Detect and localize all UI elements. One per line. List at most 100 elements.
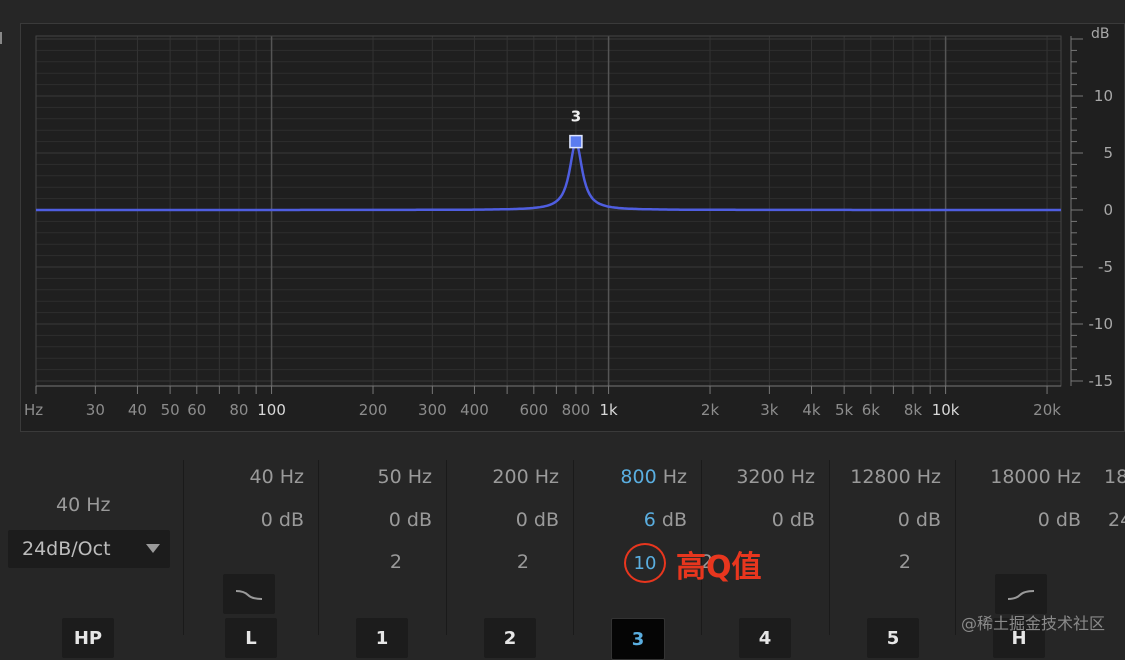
- partial-slope[interactable]: 24: [1108, 509, 1125, 531]
- band-column-2: 200 Hz 0 dB 2 2: [446, 460, 573, 658]
- band-button-l[interactable]: L: [225, 618, 277, 658]
- band-frequency-value: 40: [249, 466, 274, 488]
- y-tick-label: 5: [1103, 144, 1113, 162]
- band-q-value[interactable]: 2: [517, 551, 529, 573]
- band-gain-unit: dB: [789, 509, 815, 531]
- partial-frequency[interactable]: 18: [1104, 466, 1125, 488]
- corner-marker: [0, 32, 5, 44]
- low-shelf-button[interactable]: [223, 574, 275, 614]
- q-annotation-label: 高Q值: [676, 550, 762, 585]
- band-gain-unit: dB: [406, 509, 432, 531]
- band-frequency-unit: Hz: [790, 466, 815, 488]
- band-frequency-value: 800: [620, 466, 657, 488]
- band-gain-unit: dB: [533, 509, 559, 531]
- x-tick-label: 20k: [1033, 401, 1061, 419]
- y-tick-label: 10: [1094, 87, 1113, 105]
- x-tick-label: 800: [562, 401, 591, 419]
- x-tick-label: 4k: [802, 401, 821, 419]
- high-pass-frequency[interactable]: 40 Hz: [56, 494, 110, 516]
- high-pass-button[interactable]: HP: [62, 618, 114, 658]
- x-tick-label: 30: [86, 401, 105, 419]
- band-gain[interactable]: 0 dB: [1038, 509, 1081, 531]
- x-tick-label: 600: [519, 401, 548, 419]
- band-frequency-value: 12800: [850, 466, 911, 488]
- band-gain-unit: dB: [278, 509, 304, 531]
- band-column-1: 50 Hz 0 dB 2 1: [318, 460, 446, 658]
- x-tick-label: 2k: [701, 401, 720, 419]
- band-gain[interactable]: 6 dB: [644, 509, 687, 531]
- band-gain[interactable]: 0 dB: [261, 509, 304, 531]
- y-tick-label: 0: [1103, 201, 1113, 219]
- band-frequency-unit: Hz: [916, 466, 941, 488]
- band-column-l: 40 Hz 0 dB L: [183, 460, 318, 658]
- band-frequency[interactable]: 12800 Hz: [850, 466, 941, 488]
- band-frequency-unit: Hz: [407, 466, 432, 488]
- x-tick-label: 1k: [599, 401, 618, 419]
- high-shelf-icon: [1007, 590, 1035, 600]
- band-frequency[interactable]: 50 Hz: [378, 466, 433, 488]
- band-frequency-value: 3200: [736, 466, 785, 488]
- eq-graph[interactable]: 30 40 50 60 80 100 200 300 400 600 800 1k 2k 3k 4k 5k 6k…: [21, 24, 1124, 431]
- band-controls: 40 Hz 24dB/Oct HP 40 Hz 0 dB L 50 Hz 0 dB 2 1 2…: [0, 432, 1125, 660]
- band-gain-unit: dB: [661, 509, 687, 531]
- y-tick-label: -15: [1089, 372, 1114, 390]
- x-tick-label: 200: [359, 401, 388, 419]
- eq-graph-panel[interactable]: 30 40 50 60 80 100 200 300 400 600 800 1k 2k 3k 4k 5k 6k…: [20, 23, 1125, 432]
- band-node-label: 3: [571, 108, 581, 126]
- band-q-value[interactable]: 2: [899, 551, 911, 573]
- band-gain[interactable]: 0 dB: [516, 509, 559, 531]
- y-tick-label: -5: [1098, 258, 1113, 276]
- band-frequency-value: 200: [492, 466, 529, 488]
- band-button-2[interactable]: 2: [484, 618, 536, 658]
- x-tick-label: 6k: [862, 401, 881, 419]
- band-column-5: 12800 Hz 0 dB 2 5: [829, 460, 955, 658]
- band-frequency-unit: Hz: [1056, 466, 1081, 488]
- band-gain-value: 0: [515, 509, 528, 531]
- x-tick-label: 40: [128, 401, 147, 419]
- y-tick-label: -10: [1089, 315, 1114, 333]
- band-frequency-value: 50: [377, 466, 402, 488]
- slope-dropdown[interactable]: 24dB/Oct: [8, 530, 170, 568]
- band-button-5[interactable]: 5: [867, 618, 919, 658]
- band-gain-value: 0: [260, 509, 273, 531]
- x-tick-label: 80: [229, 401, 248, 419]
- x-tick-label: 400: [460, 401, 489, 419]
- high-shelf-button[interactable]: [995, 574, 1047, 614]
- x-tick-label: 5k: [835, 401, 854, 419]
- x-tick-label: 60: [187, 401, 206, 419]
- x-axis-unit: Hz: [24, 401, 43, 419]
- band-frequency[interactable]: 800 Hz: [620, 466, 687, 488]
- x-tick-label: 8k: [904, 401, 923, 419]
- band-gain[interactable]: 0 dB: [772, 509, 815, 531]
- slope-value: 24dB/Oct: [22, 538, 111, 560]
- band-gain-unit: dB: [915, 509, 941, 531]
- band-frequency[interactable]: 200 Hz: [492, 466, 559, 488]
- band-frequency-value: 18000: [990, 466, 1051, 488]
- band-gain[interactable]: 0 dB: [898, 509, 941, 531]
- band-frequency-unit: Hz: [534, 466, 559, 488]
- q-annotation-circle: 10: [624, 543, 666, 583]
- band-gain[interactable]: 0 dB: [389, 509, 432, 531]
- band-button-1[interactable]: 1: [356, 618, 408, 658]
- band-frequency-unit: Hz: [662, 466, 687, 488]
- band-frequency[interactable]: 18000 Hz: [990, 466, 1081, 488]
- x-tick-label: 100: [257, 401, 286, 419]
- band-gain-value: 0: [1037, 509, 1050, 531]
- watermark: @稀土掘金技术社区: [960, 614, 1105, 633]
- x-tick-label: 300: [418, 401, 447, 419]
- x-tick-label: 3k: [760, 401, 779, 419]
- band-gain-value: 6: [643, 509, 656, 531]
- band-frequency[interactable]: 3200 Hz: [736, 466, 815, 488]
- x-tick-label: 50: [161, 401, 180, 419]
- band-frequency[interactable]: 40 Hz: [250, 466, 305, 488]
- band-gain-value: 0: [388, 509, 401, 531]
- band-q-value[interactable]: 2: [390, 551, 402, 573]
- band-button-4[interactable]: 4: [739, 618, 791, 658]
- band-gain-unit: dB: [1055, 509, 1081, 531]
- chevron-down-icon: [146, 544, 160, 553]
- x-tick-label: 10k: [932, 401, 960, 419]
- low-shelf-icon: [235, 590, 263, 600]
- high-pass-column: 40 Hz 24dB/Oct HP: [0, 460, 183, 658]
- y-axis-unit: dB: [1091, 26, 1110, 42]
- band-node-handle[interactable]: [569, 134, 583, 149]
